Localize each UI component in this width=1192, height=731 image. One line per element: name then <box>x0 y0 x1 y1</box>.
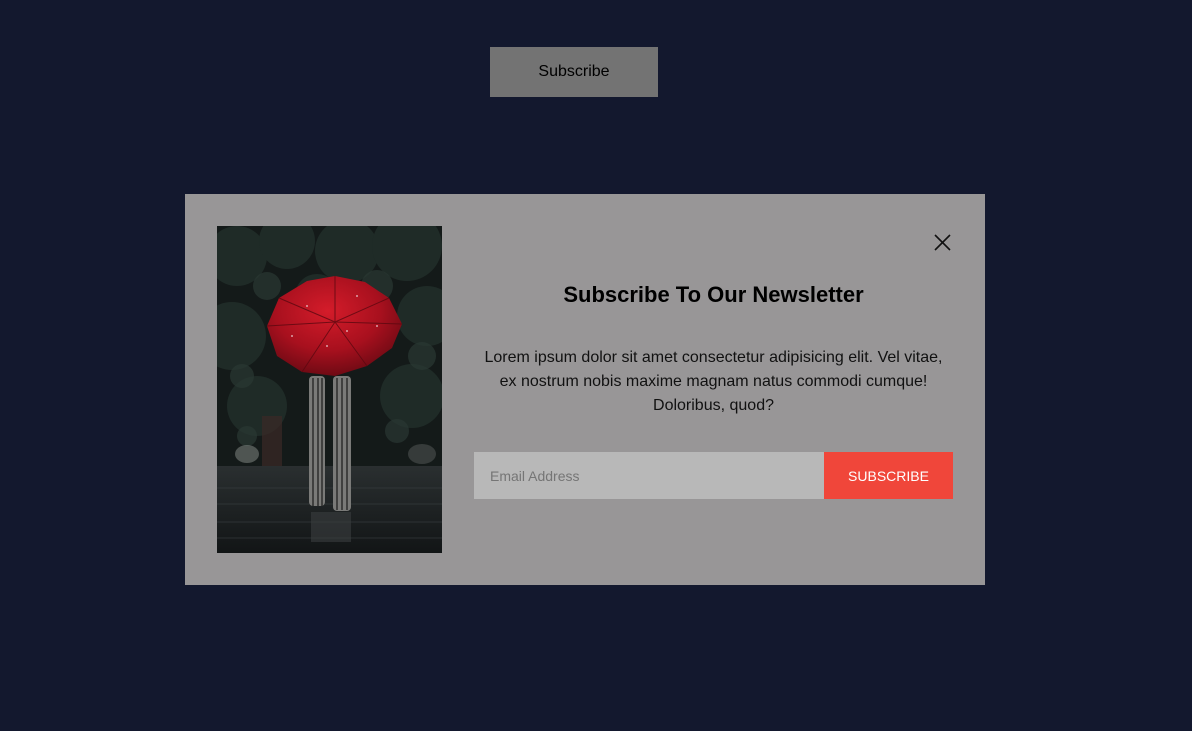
email-input[interactable] <box>474 452 824 499</box>
subscribe-submit-button[interactable]: SUBSCRIBE <box>824 452 953 499</box>
newsletter-modal: Subscribe To Our Newsletter Lorem ipsum … <box>185 194 985 585</box>
newsletter-image <box>217 226 442 553</box>
close-button[interactable] <box>930 230 954 254</box>
modal-description: Lorem ipsum dolor sit amet consectetur a… <box>484 349 943 414</box>
open-subscribe-button[interactable]: Subscribe <box>490 47 658 97</box>
close-icon <box>933 233 951 251</box>
modal-title: Subscribe To Our Newsletter <box>563 282 864 307</box>
